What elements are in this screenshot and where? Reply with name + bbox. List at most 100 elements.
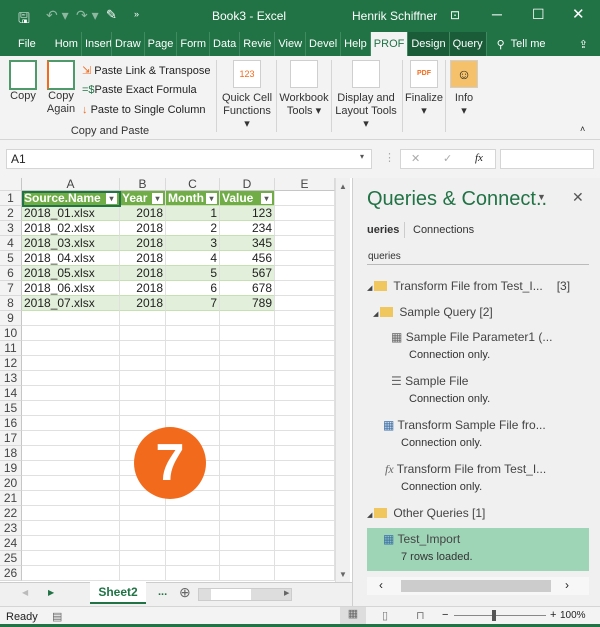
redo-icon[interactable]: ↷ ▾ bbox=[76, 7, 99, 24]
scroll-right-icon[interactable]: ▶ bbox=[284, 589, 289, 597]
filter-dropdown-icon[interactable]: ▾ bbox=[106, 193, 117, 204]
cell[interactable] bbox=[120, 341, 166, 356]
copy-again-button[interactable]: Copy Again bbox=[44, 60, 78, 116]
cell[interactable] bbox=[275, 206, 335, 221]
cell[interactable] bbox=[275, 191, 335, 206]
cell[interactable]: 2018 bbox=[120, 206, 166, 221]
column-header[interactable]: D bbox=[220, 178, 275, 191]
cell[interactable]: 6 bbox=[166, 281, 220, 296]
row-header[interactable]: 20 bbox=[0, 476, 22, 491]
query-item[interactable]: ▦ Transform Sample File fro... bbox=[383, 418, 546, 432]
row-header[interactable]: 17 bbox=[0, 431, 22, 446]
tab-query[interactable]: Query bbox=[449, 32, 487, 56]
row-header[interactable]: 4 bbox=[0, 236, 22, 251]
row-header[interactable]: 25 bbox=[0, 551, 22, 566]
row-header[interactable]: 16 bbox=[0, 416, 22, 431]
cell[interactable]: 345 bbox=[220, 236, 275, 251]
table-header-cell[interactable]: Year ▾ bbox=[120, 191, 166, 206]
quick-cell-functions-button[interactable]: 123 Quick Cell Functions ▾ bbox=[220, 60, 274, 131]
cell[interactable] bbox=[22, 371, 120, 386]
scroll-right-icon[interactable]: › bbox=[565, 578, 569, 592]
cell[interactable] bbox=[120, 356, 166, 371]
cell[interactable]: 2018 bbox=[120, 296, 166, 311]
row-header[interactable]: 24 bbox=[0, 536, 22, 551]
tab-view[interactable]: View bbox=[275, 32, 307, 56]
tab-page[interactable]: Page bbox=[145, 32, 178, 56]
cell[interactable] bbox=[220, 431, 275, 446]
enter-icon[interactable]: ✓ bbox=[443, 152, 452, 165]
workbook-tools-button[interactable]: Workbook Tools ▾ bbox=[278, 60, 330, 118]
cell[interactable] bbox=[220, 371, 275, 386]
cell[interactable] bbox=[22, 506, 120, 521]
cancel-icon[interactable]: ✕ bbox=[411, 152, 420, 165]
close-pane-icon[interactable]: ✕ bbox=[572, 189, 584, 206]
row-header[interactable]: 8 bbox=[0, 296, 22, 311]
cell[interactable] bbox=[120, 311, 166, 326]
zoom-in-button[interactable]: + bbox=[550, 609, 556, 621]
cell[interactable]: 2018_07.xlsx bbox=[22, 296, 120, 311]
cell[interactable] bbox=[22, 566, 120, 581]
tab-review[interactable]: Revie bbox=[240, 32, 276, 56]
cell[interactable] bbox=[275, 281, 335, 296]
cell[interactable] bbox=[22, 341, 120, 356]
row-header[interactable]: 3 bbox=[0, 221, 22, 236]
share-icon[interactable]: ⇪ bbox=[579, 38, 588, 51]
cell[interactable]: 789 bbox=[220, 296, 275, 311]
cell[interactable] bbox=[120, 401, 166, 416]
query-item[interactable]: fx Transform File from Test_I... bbox=[385, 462, 546, 477]
paste-exact-formula-button[interactable]: =$Paste Exact Formula bbox=[82, 84, 197, 96]
cell[interactable] bbox=[220, 311, 275, 326]
query-group-other[interactable]: ◢ Other Queries [1] bbox=[367, 506, 485, 520]
cell[interactable] bbox=[220, 506, 275, 521]
tab-formulas[interactable]: Form bbox=[177, 32, 211, 56]
collapse-icon[interactable]: ◢ bbox=[373, 311, 380, 318]
scroll-left-icon[interactable]: ‹ bbox=[379, 578, 383, 592]
row-header[interactable]: 23 bbox=[0, 521, 22, 536]
cell[interactable] bbox=[220, 521, 275, 536]
cell[interactable] bbox=[275, 551, 335, 566]
column-header[interactable]: E bbox=[275, 178, 335, 191]
tab-help[interactable]: Help bbox=[341, 32, 371, 56]
cell[interactable] bbox=[275, 251, 335, 266]
save-icon[interactable]: 🖫 bbox=[18, 8, 30, 32]
cell[interactable]: 2018_05.xlsx bbox=[22, 266, 120, 281]
finalize-button[interactable]: PDF Finalize ▾ bbox=[404, 60, 444, 118]
tab-draw[interactable]: Draw bbox=[112, 32, 145, 56]
cell[interactable]: 5 bbox=[166, 266, 220, 281]
cell[interactable] bbox=[275, 491, 335, 506]
query-group-sample-query[interactable]: ◢ Sample Query [2] bbox=[373, 305, 493, 319]
row-header[interactable]: 11 bbox=[0, 341, 22, 356]
cell[interactable]: 2018 bbox=[120, 221, 166, 236]
cell[interactable] bbox=[275, 506, 335, 521]
vertical-scrollbar[interactable]: ▲ ▼ bbox=[335, 178, 350, 582]
cell[interactable] bbox=[22, 356, 120, 371]
row-header[interactable]: 9 bbox=[0, 311, 22, 326]
cell[interactable] bbox=[166, 401, 220, 416]
cell[interactable] bbox=[275, 221, 335, 236]
cell[interactable] bbox=[22, 491, 120, 506]
macro-record-icon[interactable]: ▤ bbox=[52, 610, 62, 623]
row-header[interactable]: 14 bbox=[0, 386, 22, 401]
cell[interactable] bbox=[275, 296, 335, 311]
display-layout-tools-button[interactable]: Display and Layout Tools ▾ bbox=[332, 60, 400, 131]
cell[interactable] bbox=[220, 566, 275, 581]
filter-dropdown-icon[interactable]: ▾ bbox=[152, 193, 163, 204]
cell[interactable] bbox=[220, 326, 275, 341]
pane-options-icon[interactable]: ▼ bbox=[537, 192, 546, 202]
cell[interactable]: 456 bbox=[220, 251, 275, 266]
cell[interactable]: 2018 bbox=[120, 236, 166, 251]
row-header[interactable]: 5 bbox=[0, 251, 22, 266]
cell[interactable] bbox=[275, 521, 335, 536]
chevron-down-icon[interactable]: ▾ bbox=[360, 152, 364, 161]
cell[interactable] bbox=[275, 386, 335, 401]
cell[interactable] bbox=[220, 356, 275, 371]
cell[interactable] bbox=[166, 341, 220, 356]
paste-link-transpose-button[interactable]: ⇲ Paste Link & Transpose bbox=[82, 64, 210, 77]
cell[interactable]: 2018_01.xlsx bbox=[22, 206, 120, 221]
cell[interactable] bbox=[22, 536, 120, 551]
cell[interactable] bbox=[220, 341, 275, 356]
cell[interactable] bbox=[275, 446, 335, 461]
table-header-cell[interactable]: Month ▾ bbox=[166, 191, 220, 206]
minimize-button[interactable]: ─ bbox=[492, 6, 502, 22]
row-header[interactable]: 7 bbox=[0, 281, 22, 296]
